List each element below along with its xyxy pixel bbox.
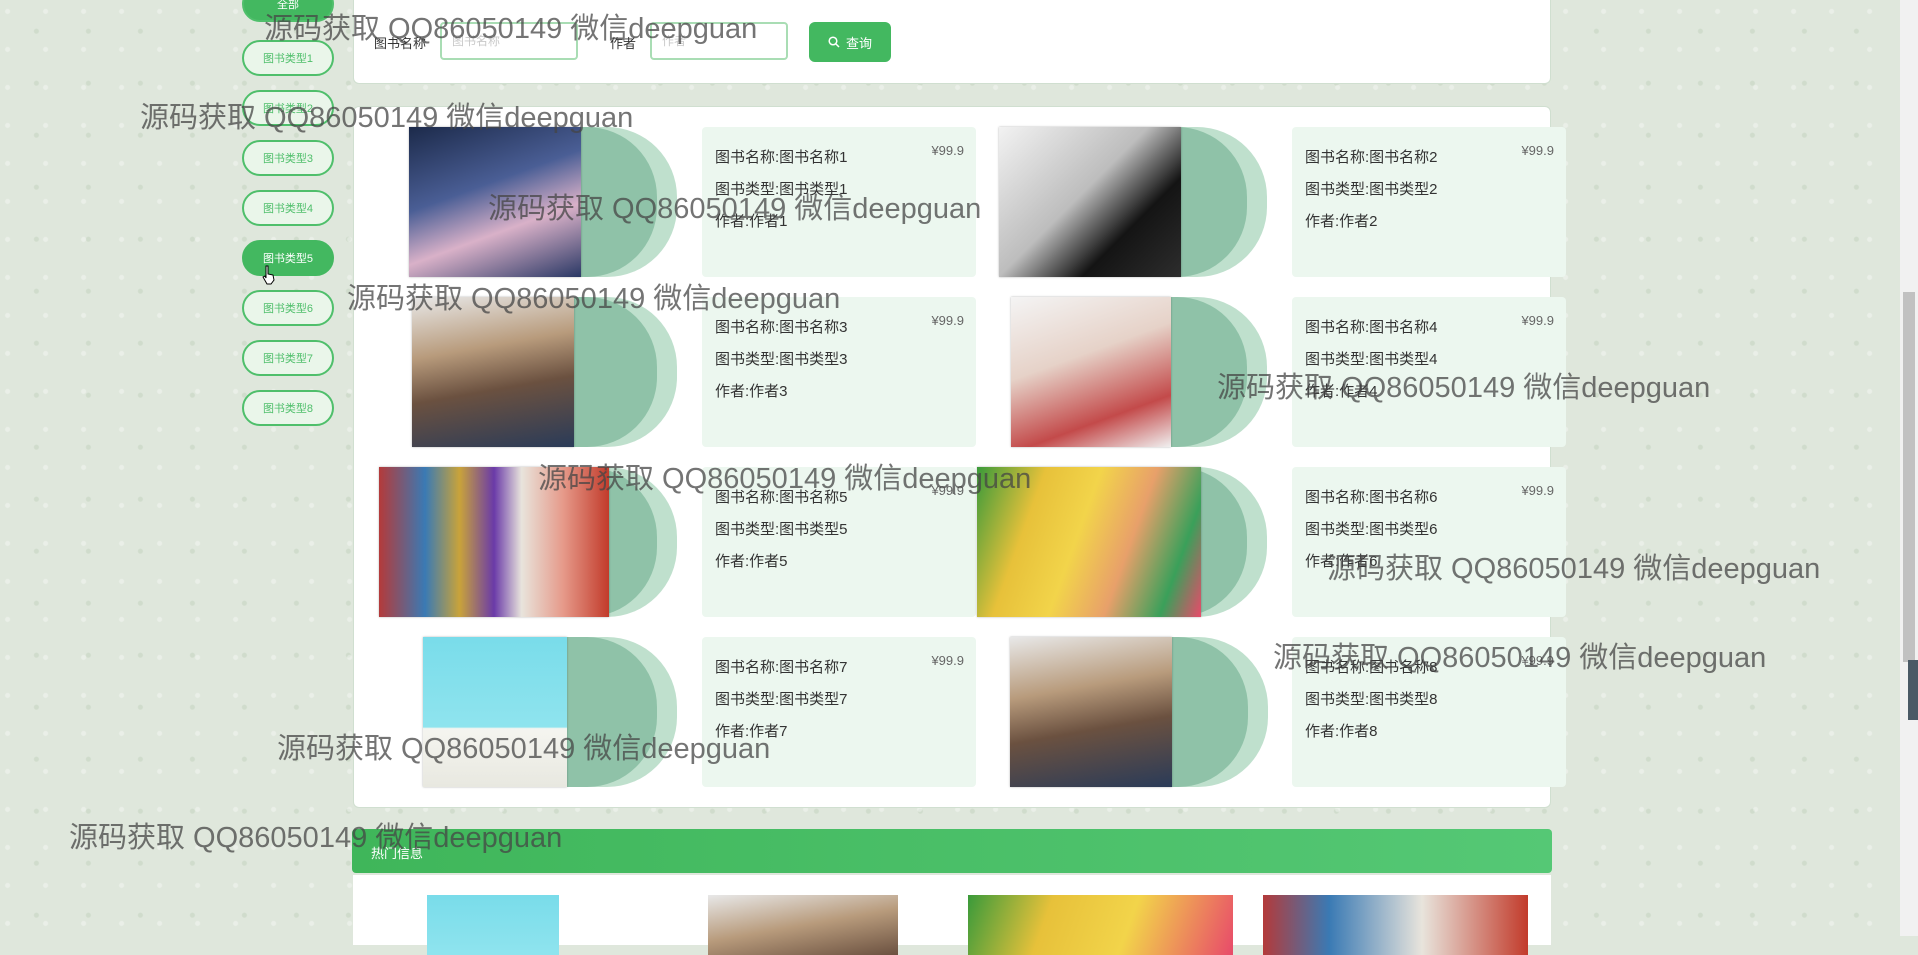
book-card[interactable]: 图书名称:图书名称1 ¥99.9 图书类型:图书类型1 作者:作者1 — [409, 127, 989, 277]
book-author: 作者:作者6 — [1305, 553, 1378, 570]
book-card[interactable]: 图书名称:图书名称6 ¥99.9 图书类型:图书类型6 作者:作者6 — [977, 467, 1566, 617]
type-label: 全部 — [277, 0, 299, 11]
type-button-6[interactable]: 图书类型6 — [242, 290, 334, 326]
type-all-button[interactable]: 全部 — [242, 0, 334, 22]
book-type: 图书类型:图书类型6 — [1305, 521, 1438, 538]
type-label: 图书类型4 — [262, 203, 314, 215]
hand-cursor-icon — [262, 265, 275, 285]
book-cover[interactable] — [977, 467, 1267, 617]
book-card[interactable]: 图书名称:图书名称2 ¥99.9 图书类型:图书类型2 作者:作者2 — [999, 127, 1579, 277]
book-price: ¥99.9 — [1521, 653, 1554, 668]
hot-book-cover[interactable] — [427, 895, 559, 955]
book-name: 图书名称:图书名称3 — [715, 319, 848, 336]
book-card[interactable]: 图书名称:图书名称5 ¥99.9 图书类型:图书类型5 作者:作者5 — [379, 467, 976, 617]
book-info: 图书名称:图书名称4 ¥99.9 图书类型:图书类型4 作者:作者4 — [1292, 297, 1566, 447]
book-type: 图书类型:图书类型3 — [715, 351, 848, 368]
hot-book-cover[interactable] — [968, 895, 1233, 955]
book-author: 作者:作者8 — [1305, 723, 1378, 740]
hot-info-list — [353, 875, 1551, 955]
book-type: 图书类型:图书类型5 — [715, 521, 848, 538]
type-button-8[interactable]: 图书类型8 — [242, 390, 334, 426]
type-button-2[interactable]: 图书类型2 — [242, 90, 334, 126]
search-bar: 图书名称 作者 查询 — [353, 0, 1551, 84]
author-input[interactable] — [650, 22, 788, 60]
query-label: 查询 — [845, 35, 872, 51]
type-label: 图书类型8 — [262, 403, 314, 415]
type-label: 图书类型1 — [262, 53, 314, 65]
book-price: ¥99.9 — [931, 143, 964, 158]
book-author: 作者:作者2 — [1305, 213, 1378, 230]
book-author: 作者:作者1 — [715, 213, 788, 230]
book-type: 图书类型:图书类型1 — [715, 181, 848, 198]
hot-book-cover[interactable] — [1263, 895, 1528, 955]
type-button-7[interactable]: 图书类型7 — [242, 340, 334, 376]
book-name: 图书名称:图书名称4 — [1305, 319, 1438, 336]
book-cover[interactable] — [409, 297, 677, 447]
book-author: 作者:作者3 — [715, 383, 788, 400]
type-label: 图书类型3 — [262, 153, 314, 165]
type-label: 图书类型6 — [262, 303, 314, 315]
book-card[interactable]: 图书名称:图书名称8 ¥99.9 图书类型:图书类型8 作者:作者8 — [1010, 637, 1590, 787]
book-name-label: 图书名称 — [374, 36, 427, 51]
book-name: 图书名称:图书名称5 — [715, 489, 848, 506]
scrollbar-thumb[interactable] — [1903, 292, 1915, 662]
book-author: 作者:作者7 — [715, 723, 788, 740]
book-card[interactable]: 图书名称:图书名称4 ¥99.9 图书类型:图书类型4 作者:作者4 — [999, 297, 1579, 447]
book-card[interactable]: 图书名称:图书名称3 ¥99.9 图书类型:图书类型3 作者:作者3 — [409, 297, 989, 447]
book-cover[interactable] — [423, 637, 691, 787]
book-name: 图书名称:图书名称8 — [1305, 659, 1438, 676]
book-info: 图书名称:图书名称1 ¥99.9 图书类型:图书类型1 作者:作者1 — [702, 127, 976, 277]
book-author: 作者:作者4 — [1305, 383, 1378, 400]
book-info: 图书名称:图书名称3 ¥99.9 图书类型:图书类型3 作者:作者3 — [702, 297, 976, 447]
type-button-5[interactable]: 图书类型5 — [242, 240, 334, 276]
type-button-3[interactable]: 图书类型3 — [242, 140, 334, 176]
book-card[interactable]: 图书名称:图书名称7 ¥99.9 图书类型:图书类型7 作者:作者7 — [423, 637, 1003, 787]
book-name: 图书名称:图书名称6 — [1305, 489, 1438, 506]
type-label: 图书类型7 — [262, 353, 314, 365]
side-widget[interactable] — [1908, 660, 1918, 720]
book-type: 图书类型:图书类型8 — [1305, 691, 1438, 708]
hot-info-header: 热门信息 — [352, 829, 1552, 873]
book-type: 图书类型:图书类型4 — [1305, 351, 1438, 368]
book-cover[interactable] — [999, 127, 1267, 277]
book-price: ¥99.9 — [1521, 143, 1554, 158]
book-price: ¥99.9 — [1521, 483, 1554, 498]
type-button-4[interactable]: 图书类型4 — [242, 190, 334, 226]
book-info: 图书名称:图书名称8 ¥99.9 图书类型:图书类型8 作者:作者8 — [1292, 637, 1566, 787]
book-type: 图书类型:图书类型7 — [715, 691, 848, 708]
book-info: 图书名称:图书名称2 ¥99.9 图书类型:图书类型2 作者:作者2 — [1292, 127, 1566, 277]
query-button[interactable]: 查询 — [809, 22, 891, 62]
book-name: 图书名称:图书名称7 — [715, 659, 848, 676]
hot-info-title: 热门信息 — [371, 846, 424, 861]
book-price: ¥99.9 — [931, 653, 964, 668]
book-grid: 图书名称:图书名称1 ¥99.9 图书类型:图书类型1 作者:作者1 图书名称:… — [353, 106, 1566, 808]
type-label: 图书类型5 — [262, 253, 314, 265]
type-label: 图书类型2 — [262, 103, 314, 115]
hot-book-cover[interactable] — [708, 895, 898, 955]
book-price: ¥99.9 — [931, 483, 964, 498]
book-type: 图书类型:图书类型2 — [1305, 181, 1438, 198]
book-name-input[interactable] — [440, 22, 578, 60]
book-author: 作者:作者5 — [715, 553, 788, 570]
book-cover[interactable] — [379, 467, 677, 617]
author-label: 作者 — [610, 36, 637, 51]
book-info: 图书名称:图书名称7 ¥99.9 图书类型:图书类型7 作者:作者7 — [702, 637, 976, 787]
book-info: 图书名称:图书名称6 ¥99.9 图书类型:图书类型6 作者:作者6 — [1292, 467, 1566, 617]
book-cover[interactable] — [999, 297, 1267, 447]
book-cover[interactable] — [409, 127, 677, 277]
book-price: ¥99.9 — [931, 313, 964, 328]
book-name: 图书名称:图书名称1 — [715, 149, 848, 166]
book-info: 图书名称:图书名称5 ¥99.9 图书类型:图书类型5 作者:作者5 — [702, 467, 976, 617]
book-price: ¥99.9 — [1521, 313, 1554, 328]
book-name: 图书名称:图书名称2 — [1305, 149, 1438, 166]
search-icon — [828, 36, 840, 48]
type-button-1[interactable]: 图书类型1 — [242, 40, 334, 76]
page-scrollbar[interactable] — [1900, 0, 1918, 936]
book-cover[interactable] — [1010, 637, 1278, 787]
